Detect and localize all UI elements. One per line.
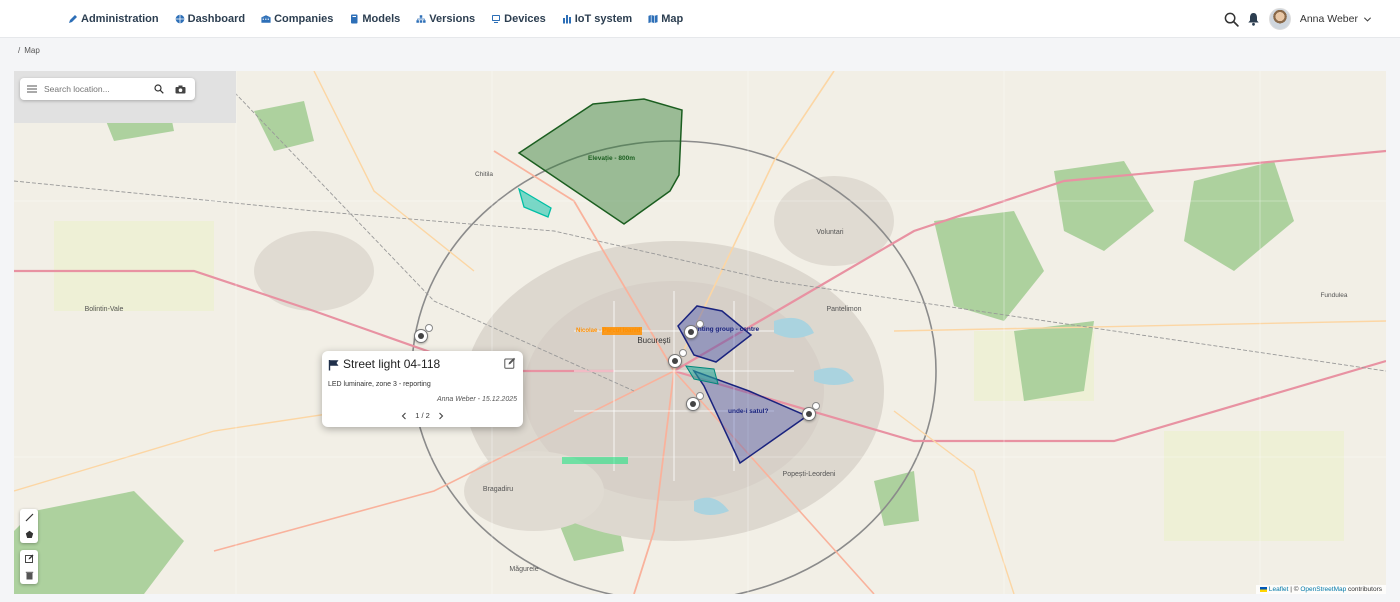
popup-description: LED luminaire, zone 3 - reporting <box>328 381 431 388</box>
map-view[interactable]: Bolintin-Vale Chitila Voluntari Pantelim… <box>14 71 1386 594</box>
popup-pager: 1 / 2 <box>322 411 523 420</box>
edit-icon <box>24 554 33 563</box>
nav-companies[interactable]: Companies <box>261 13 333 25</box>
osm-link[interactable]: OpenStreetMap <box>1300 586 1346 593</box>
polygon-label-north: Elevație - 800m <box>588 155 635 162</box>
attribution-separator: | © <box>1288 586 1301 593</box>
map-marker-badge[interactable] <box>679 349 687 357</box>
flag-icon <box>328 360 339 371</box>
place-label-7: Măgurele <box>509 566 538 573</box>
polygon-green-strip[interactable] <box>562 457 628 464</box>
place-label-2: Voluntari <box>816 229 844 236</box>
place-label-8: Fundulea <box>1320 292 1347 299</box>
polyline-icon <box>25 513 33 522</box>
map-marker-badge[interactable] <box>696 320 704 328</box>
pencil-icon <box>69 14 77 23</box>
polygon-icon <box>25 530 33 538</box>
avatar[interactable] <box>1268 8 1291 30</box>
map-search-box <box>20 78 195 100</box>
attribution-suffix: contributors <box>1346 586 1382 593</box>
leaflet-link[interactable]: Leaflet <box>1269 586 1289 593</box>
nav-versions-label: Versions <box>429 12 476 25</box>
edit-layers-button[interactable] <box>20 550 38 567</box>
flag-ua-icon <box>1260 586 1268 592</box>
place-label-1: Chitila <box>475 171 493 178</box>
nav-map-label: Map <box>661 12 684 25</box>
place-label-6: Bragadiru <box>483 486 513 493</box>
nav-models-label: Models <box>362 12 401 25</box>
nav-companies-label: Companies <box>274 12 334 25</box>
nav-map[interactable]: Map <box>648 13 683 25</box>
globe-icon <box>175 14 184 23</box>
place-label-4: București <box>637 336 671 345</box>
breadcrumb-separator: / <box>18 46 21 55</box>
nav-administration[interactable]: Administration <box>68 13 159 25</box>
nav-dashboard[interactable]: Dashboard <box>175 13 245 25</box>
chevron-left-icon[interactable] <box>400 412 408 420</box>
breadcrumb: / Map <box>18 46 40 55</box>
main-menu: Administration Dashboard Companies Model… <box>68 13 699 25</box>
menu-icon[interactable] <box>27 85 37 93</box>
popup-author-date: Anna Weber - 15.12.2025 <box>436 396 517 403</box>
delete-layers-button[interactable] <box>20 567 38 584</box>
place-label-5: Popești-Leordeni <box>783 471 836 478</box>
nav-administration-label: Administration <box>81 12 159 25</box>
draw-toolbar <box>20 509 38 543</box>
monitor-icon <box>492 14 501 23</box>
chevron-down-icon[interactable] <box>1363 15 1372 24</box>
camera-icon[interactable] <box>175 85 186 94</box>
nav-devices-label: Devices <box>504 12 546 25</box>
map-marker-badge[interactable] <box>696 392 704 400</box>
bell-icon[interactable] <box>1247 12 1260 26</box>
chart-bars-icon <box>562 14 571 23</box>
popup-title: Street light 04-118 <box>343 357 441 371</box>
building-icon <box>261 14 271 23</box>
place-label-3: Pantelimon <box>826 306 861 313</box>
polygon-label-orange: Nicolae - Parcul Ioanid <box>576 328 641 334</box>
map-attribution: Leaflet | © OpenStreetMap contributors <box>1256 585 1386 594</box>
trash-icon <box>25 571 33 580</box>
popup-page-indicator: 1 / 2 <box>415 411 430 420</box>
map-marker-badge[interactable] <box>425 324 433 332</box>
nav-user-area: Anna Weber <box>1224 0 1372 38</box>
map-icon <box>648 14 658 23</box>
map-marker[interactable] <box>684 325 698 339</box>
map-marker-badge[interactable] <box>812 402 820 410</box>
nav-iot-system[interactable]: IoT system <box>562 13 632 25</box>
top-navigation-bar: Administration Dashboard Companies Model… <box>0 0 1400 38</box>
search-icon[interactable] <box>154 84 164 94</box>
user-name[interactable]: Anna Weber <box>1300 13 1358 25</box>
search-icon[interactable] <box>1224 12 1239 27</box>
draw-polygon-button[interactable] <box>20 526 38 543</box>
edit-toolbar <box>20 550 38 584</box>
nav-dashboard-label: Dashboard <box>187 12 246 25</box>
draw-polyline-button[interactable] <box>20 509 38 526</box>
nav-iot-system-label: IoT system <box>574 12 633 25</box>
edit-icon[interactable] <box>504 357 516 369</box>
nav-devices[interactable]: Devices <box>491 13 546 25</box>
sitemap-icon <box>416 14 426 23</box>
nav-versions[interactable]: Versions <box>416 13 475 25</box>
chevron-right-icon[interactable] <box>437 412 445 420</box>
place-label-0: Bolintin-Vale <box>85 306 124 313</box>
polygon-label-south: unde-i satul? <box>728 408 769 415</box>
breadcrumb-current: Map <box>24 46 40 55</box>
marker-popup: Street light 04-118 LED luminaire, zone … <box>322 351 523 427</box>
search-location-input[interactable] <box>44 84 150 94</box>
book-icon <box>351 14 358 23</box>
nav-models[interactable]: Models <box>349 13 400 25</box>
